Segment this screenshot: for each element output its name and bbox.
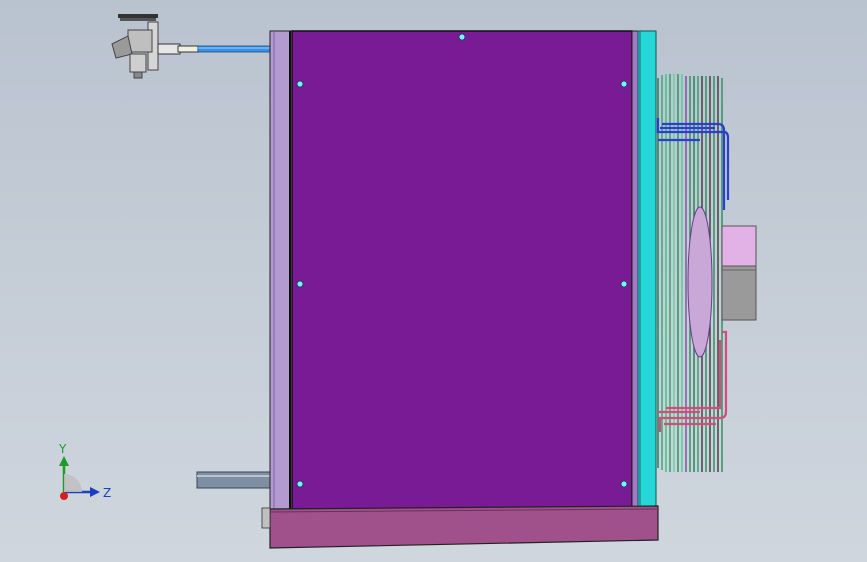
screw-top [458, 33, 466, 41]
screw-upper-left [296, 80, 304, 88]
right-rail[interactable] [631, 30, 657, 510]
screw-mid-right [620, 280, 628, 288]
drip-tray[interactable] [261, 505, 659, 549]
front-panel[interactable] [291, 30, 633, 510]
drain-pipe[interactable] [196, 471, 272, 489]
screw-upper-right [620, 80, 628, 88]
x-axis-dot [60, 492, 68, 500]
screw-lower-right [620, 480, 628, 488]
model-view[interactable] [0, 0, 867, 562]
expansion-valve[interactable] [111, 14, 199, 79]
screw-lower-left [296, 480, 304, 488]
orientation-triad [59, 456, 100, 500]
fan-hub[interactable] [687, 206, 713, 358]
left-frame[interactable] [269, 30, 293, 510]
inlet-pipe[interactable] [197, 45, 271, 53]
coil-return-tubes[interactable] [658, 330, 728, 432]
cad-viewport[interactable]: Y Z [0, 0, 867, 562]
fan-motor[interactable] [721, 225, 757, 321]
screw-mid-left [296, 280, 304, 288]
